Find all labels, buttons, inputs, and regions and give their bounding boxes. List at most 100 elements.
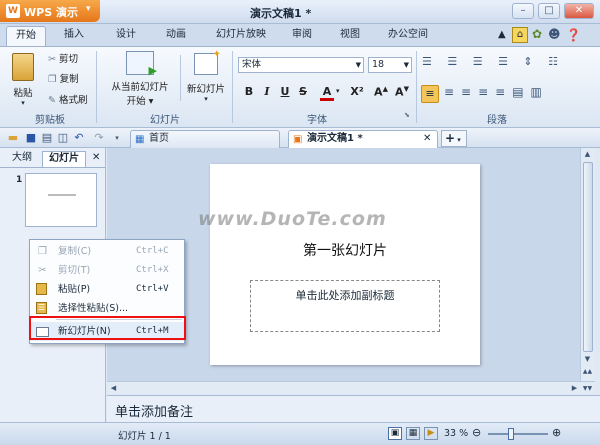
close-icon[interactable]: ✕: [423, 131, 431, 147]
redo-icon[interactable]: ↷: [92, 131, 106, 145]
paragraph-group-label: 段落: [487, 115, 507, 126]
underline-button[interactable]: U: [278, 85, 292, 98]
scissors-icon: ✂: [48, 54, 56, 65]
chevron-down-icon[interactable]: ▾: [336, 87, 340, 95]
presentation-icon: ▣: [293, 134, 303, 145]
close-icon[interactable]: ✕: [92, 152, 100, 163]
font-color-button[interactable]: A: [320, 85, 334, 101]
sorter-view-icon[interactable]: ▦: [406, 427, 420, 440]
zoom-slider[interactable]: [488, 433, 548, 435]
paste-button[interactable]: 粘贴 ▾: [8, 51, 38, 107]
chevron-down-icon: ▾: [204, 95, 208, 103]
close-button[interactable]: ✕: [564, 3, 594, 19]
notes-placeholder[interactable]: 单击添加备注: [115, 405, 193, 420]
menu-item-cut[interactable]: ✂ 剪切(T) Ctrl+X: [30, 261, 184, 280]
scroll-up-icon[interactable]: ▲: [581, 148, 594, 161]
paste-special-icon: ☰: [36, 302, 47, 314]
tab-review[interactable]: 审阅: [282, 26, 322, 46]
tab-home[interactable]: 开始: [6, 26, 46, 46]
list-buttons[interactable]: ☰ ☰ ☰ ☰ ⇕ ☷: [422, 55, 564, 68]
bold-button[interactable]: B: [242, 85, 256, 98]
menu-item-label: 粘贴(P): [58, 284, 91, 295]
slide[interactable]: 第一张幻灯片 单击此处添加副标题: [210, 164, 480, 365]
zoom-slider-thumb[interactable]: [508, 428, 514, 440]
doc-tab-home[interactable]: ▦ 首页: [130, 130, 280, 148]
normal-view-icon[interactable]: ▣: [388, 427, 402, 440]
tab-design[interactable]: 设计: [106, 26, 146, 46]
tab-office-space[interactable]: 办公空间: [380, 26, 436, 46]
superscript-button[interactable]: X²: [350, 85, 364, 98]
new-slide-button[interactable]: ✦ 新幻灯片 ▾: [184, 49, 228, 103]
customize-icon[interactable]: ▾: [110, 131, 124, 145]
horizontal-scrollbar[interactable]: ◀ ▶ ▼▼: [107, 381, 595, 394]
scissors-icon: ✂: [38, 265, 47, 276]
dialog-launcher-icon[interactable]: ⬊: [404, 111, 410, 119]
tab-outline[interactable]: 大纲: [4, 151, 40, 167]
cut-button[interactable]: ✂ 剪切: [48, 51, 78, 65]
scroll-left-icon[interactable]: ◀: [107, 382, 120, 395]
maximize-button[interactable]: □: [538, 3, 560, 19]
slides-group-label: 幻灯片: [150, 115, 180, 126]
slide-thumbnail[interactable]: [25, 173, 97, 227]
account-icon[interactable]: ☻: [548, 27, 561, 41]
app-menu-button[interactable]: W WPS 演示 ▾: [0, 0, 100, 22]
subtitle-placeholder[interactable]: 单击此处添加副标题: [250, 280, 440, 332]
paste-icon: [36, 283, 47, 295]
chevron-down-icon: ▼: [355, 61, 361, 69]
help-icon[interactable]: ❓: [566, 28, 581, 42]
divider: [0, 167, 105, 168]
save-icon[interactable]: ■: [24, 131, 38, 145]
print-icon[interactable]: ▤: [40, 131, 54, 145]
font-name-select[interactable]: 宋体 ▼: [238, 57, 364, 73]
slideshow-view-icon[interactable]: ▶: [424, 427, 438, 440]
preview-icon[interactable]: ◫: [56, 131, 70, 145]
tab-slides[interactable]: 幻灯片: [42, 151, 86, 167]
copy-button[interactable]: ❐ 复制: [48, 71, 79, 85]
slideshow-icon: ▶: [126, 51, 157, 77]
format-painter-button[interactable]: ✎ 格式刷: [48, 92, 88, 106]
thumbnail-title-line: [48, 194, 76, 196]
italic-button[interactable]: I: [260, 85, 274, 98]
undo-icon[interactable]: ↶: [72, 131, 86, 145]
status-bar: 幻灯片 1 / 1 ▣ ▦ ▶ 33 % ⊖ ⊕: [0, 422, 600, 445]
prev-slide-icon[interactable]: ▲▲: [581, 365, 594, 378]
home-icon[interactable]: ⌂: [512, 27, 528, 43]
skin-icon[interactable]: ✿: [532, 27, 542, 41]
notes-pane[interactable]: 单击添加备注: [107, 395, 600, 422]
zoom-out-icon[interactable]: ⊖: [472, 426, 481, 439]
font-size-select[interactable]: 18 ▼: [368, 57, 412, 73]
next-slide-icon[interactable]: ▼▼: [581, 382, 594, 395]
new-tab-button[interactable]: + ▾: [441, 130, 467, 147]
zoom-in-icon[interactable]: ⊕: [552, 426, 561, 439]
window-title: 演示文稿1 *: [250, 7, 312, 20]
from-current-label-2: 开始 ▾: [126, 96, 154, 107]
menu-item-paste[interactable]: 粘贴(P) Ctrl+V: [30, 280, 184, 299]
paste-icon: [12, 53, 34, 81]
watermark: www.DuoTe.com: [198, 208, 387, 230]
shrink-font-button[interactable]: A▼: [395, 85, 409, 99]
scroll-right-icon[interactable]: ▶: [568, 382, 581, 395]
open-folder-icon[interactable]: ▬: [6, 131, 20, 145]
align-left-button[interactable]: ≡: [421, 85, 439, 103]
brush-icon: ✎: [48, 95, 56, 106]
tab-animation[interactable]: 动画: [156, 26, 196, 46]
doc-tab-label: 演示文稿1 *: [307, 133, 363, 144]
slide-title[interactable]: 第一张幻灯片: [210, 240, 480, 260]
divider: [232, 51, 233, 123]
tab-view[interactable]: 视图: [330, 26, 370, 46]
tab-slideshow[interactable]: 幻灯片放映: [206, 26, 276, 46]
divider: [180, 55, 181, 101]
strikethrough-button[interactable]: S: [296, 85, 310, 98]
tab-insert[interactable]: 插入: [54, 26, 94, 46]
caret-icon[interactable]: ▲: [498, 29, 506, 40]
align-buttons[interactable]: ≡≡≡≡▤▥: [444, 85, 549, 99]
title-bar: W WPS 演示 ▾ 演示文稿1 * – □ ✕: [0, 0, 600, 24]
menu-item-copy[interactable]: ❐ 复制(C) Ctrl+C: [30, 242, 184, 261]
doc-tab-current[interactable]: ▣ 演示文稿1 * ✕: [288, 130, 438, 148]
ribbon: 粘贴 ▾ ✂ 剪切 ❐ 复制 ✎ 格式刷 剪贴板 ▶ 从当前幻灯片 开始 ▾ ✦…: [0, 46, 600, 128]
scroll-thumb[interactable]: [583, 162, 593, 352]
grow-font-button[interactable]: A▲: [374, 85, 388, 99]
vertical-scrollbar[interactable]: ▲ ▼ ▲▲: [580, 148, 595, 381]
minimize-button[interactable]: –: [512, 3, 534, 19]
from-current-slide-button[interactable]: ▶ 从当前幻灯片 开始 ▾: [104, 51, 176, 107]
